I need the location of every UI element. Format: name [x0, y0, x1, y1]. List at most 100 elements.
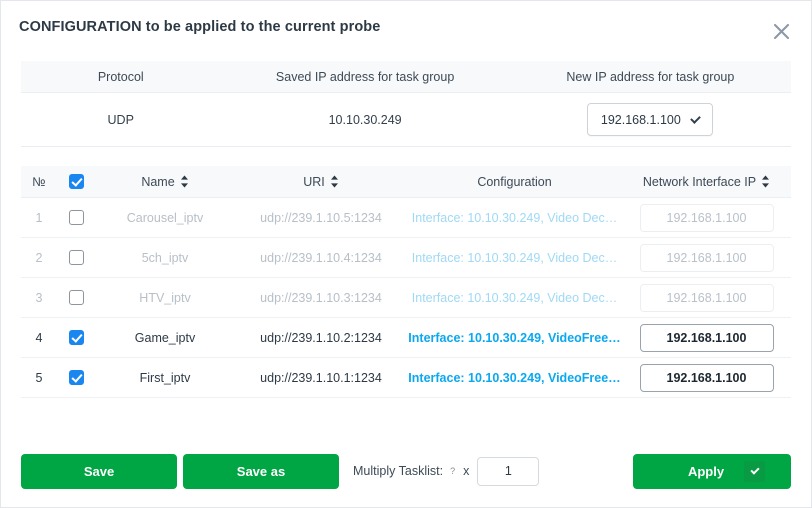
row-name: Carousel_iptv	[95, 211, 235, 225]
row-number: 2	[21, 251, 57, 265]
row-name-cell: First_iptv	[95, 371, 235, 385]
row-uri: udp://239.1.10.5:1234	[235, 211, 407, 225]
row-number: 5	[21, 371, 57, 385]
apply-button-label: Apply	[633, 454, 791, 489]
row-configuration-cell[interactable]: Interface: 10.10.30.249, VideoFree…	[407, 371, 622, 385]
save-button[interactable]: Save	[21, 454, 177, 489]
summary-protocol-value: UDP	[21, 113, 220, 127]
row-network-interface-ip-input[interactable]	[640, 284, 774, 312]
row-configuration: Interface: 10.10.30.249, Video Dec…	[407, 291, 622, 305]
table-row[interactable]: 5 First_iptvudp://239.1.10.1:1234Interfac…	[21, 358, 791, 398]
row-name: HTV_iptv	[95, 291, 235, 305]
help-icon[interactable]: ?	[450, 466, 455, 476]
row-select-checkbox[interactable]	[69, 250, 84, 265]
summary-table: Protocol Saved IP address for task group…	[21, 61, 791, 147]
row-number: 4	[21, 331, 57, 345]
row-name-cell: Carousel_iptv	[95, 211, 235, 225]
summary-header-new-ip: New IP address for task group	[510, 70, 791, 84]
column-header-uri-label: URI	[303, 175, 325, 189]
row-uri-cell: udp://239.1.10.5:1234	[235, 211, 407, 225]
close-icon[interactable]	[769, 19, 793, 43]
row-checkbox-cell	[57, 370, 95, 385]
configuration-dialog: CONFIGURATION to be applied to the curre…	[0, 0, 812, 508]
summary-body-row: UDP 10.10.30.249 192.168.1.100	[21, 93, 791, 147]
row-uri-cell: udp://239.1.10.1:1234	[235, 371, 407, 385]
row-uri: udp://239.1.10.1:1234	[235, 371, 407, 385]
row-number: 1	[21, 211, 57, 225]
table-row[interactable]: 4 Game_iptvudp://239.1.10.2:1234Interface…	[21, 318, 791, 358]
row-nif-cell	[622, 244, 791, 272]
apply-button[interactable]: Apply	[633, 454, 791, 489]
sort-icon[interactable]	[180, 175, 189, 188]
row-uri-cell: udp://239.1.10.3:1234	[235, 291, 407, 305]
multiply-tasklist-label: Multiply Tasklist:	[353, 464, 443, 478]
row-uri: udp://239.1.10.4:1234	[235, 251, 407, 265]
multiply-tasklist-input[interactable]	[477, 457, 539, 486]
sort-icon[interactable]	[330, 175, 339, 188]
row-name: Game_iptv	[95, 331, 235, 345]
row-configuration-cell[interactable]: Interface: 10.10.30.249, VideoFree…	[407, 331, 622, 345]
column-header-num: №	[21, 166, 57, 197]
new-ip-select-value: 192.168.1.100	[601, 113, 681, 127]
table-row[interactable]: 3 HTV_iptvudp://239.1.10.3:1234Interface:…	[21, 278, 791, 318]
column-header-configuration: Configuration	[407, 166, 622, 197]
row-nif-cell	[622, 284, 791, 312]
table-row[interactable]: 2 5ch_iptvudp://239.1.10.4:1234Interface:…	[21, 238, 791, 278]
row-select-checkbox[interactable]	[69, 330, 84, 345]
new-ip-select[interactable]: 192.168.1.100	[587, 103, 713, 136]
column-header-nif-label: Network Interface IP	[643, 175, 756, 189]
column-header-name-label: Name	[141, 175, 174, 189]
row-name: First_iptv	[95, 371, 235, 385]
row-name-cell: 5ch_iptv	[95, 251, 235, 265]
row-configuration-cell[interactable]: Interface: 10.10.30.249, Video Dec…	[407, 211, 622, 225]
row-configuration-cell[interactable]: Interface: 10.10.30.249, Video Dec…	[407, 291, 622, 305]
row-name-cell: HTV_iptv	[95, 291, 235, 305]
row-checkbox-cell	[57, 290, 95, 305]
select-all-checkbox[interactable]	[69, 174, 84, 189]
row-network-interface-ip-input[interactable]	[640, 364, 774, 392]
multiply-x-label: x	[463, 464, 469, 478]
multiply-tasklist-group: Multiply Tasklist: ? x	[353, 457, 539, 486]
summary-saved-ip-value: 10.10.30.249	[220, 113, 509, 127]
row-name: 5ch_iptv	[95, 251, 235, 265]
chevron-down-icon	[690, 113, 701, 124]
dialog-titlebar: CONFIGURATION to be applied to the curre…	[1, 1, 811, 57]
row-network-interface-ip-input[interactable]	[640, 324, 774, 352]
row-select-checkbox[interactable]	[69, 290, 84, 305]
chevron-down-icon	[750, 465, 759, 474]
row-uri: udp://239.1.10.3:1234	[235, 291, 407, 305]
column-header-name[interactable]: Name	[95, 166, 235, 197]
row-checkbox-cell	[57, 250, 95, 265]
row-network-interface-ip-input[interactable]	[640, 244, 774, 272]
table-row[interactable]: 1 Carousel_iptvudp://239.1.10.5:1234Inter…	[21, 198, 791, 238]
row-select-checkbox[interactable]	[69, 370, 84, 385]
row-uri: udp://239.1.10.2:1234	[235, 331, 407, 345]
row-configuration: Interface: 10.10.30.249, Video Dec…	[407, 211, 622, 225]
row-configuration: Interface: 10.10.30.249, Video Dec…	[407, 251, 622, 265]
column-header-network-interface-ip[interactable]: Network Interface IP	[622, 166, 791, 197]
row-nif-cell	[622, 204, 791, 232]
task-table-body: 1Carousel_iptvudp://239.1.10.5:1234Inter…	[21, 198, 791, 398]
sort-icon[interactable]	[761, 175, 770, 188]
dialog-footer: Save Save as Multiply Tasklist: ? x Appl…	[1, 435, 811, 507]
task-table: № Name URI	[21, 166, 791, 398]
summary-header-row: Protocol Saved IP address for task group…	[21, 61, 791, 93]
row-uri-cell: udp://239.1.10.2:1234	[235, 331, 407, 345]
row-uri-cell: udp://239.1.10.4:1234	[235, 251, 407, 265]
task-table-header-row: № Name URI	[21, 166, 791, 198]
row-configuration: Interface: 10.10.30.249, VideoFree…	[407, 331, 622, 345]
row-number: 3	[21, 291, 57, 305]
row-configuration: Interface: 10.10.30.249, VideoFree…	[407, 371, 622, 385]
summary-new-ip-cell: 192.168.1.100	[510, 103, 791, 136]
row-configuration-cell[interactable]: Interface: 10.10.30.249, Video Dec…	[407, 251, 622, 265]
summary-header-saved-ip: Saved IP address for task group	[220, 70, 509, 84]
row-select-checkbox[interactable]	[69, 210, 84, 225]
row-network-interface-ip-input[interactable]	[640, 204, 774, 232]
column-header-uri[interactable]: URI	[235, 166, 407, 197]
save-as-button[interactable]: Save as	[183, 454, 339, 489]
summary-header-protocol: Protocol	[21, 70, 220, 84]
apply-dropdown-toggle[interactable]	[744, 461, 765, 482]
row-nif-cell	[622, 364, 791, 392]
row-checkbox-cell	[57, 330, 95, 345]
column-header-select-all	[57, 166, 95, 197]
